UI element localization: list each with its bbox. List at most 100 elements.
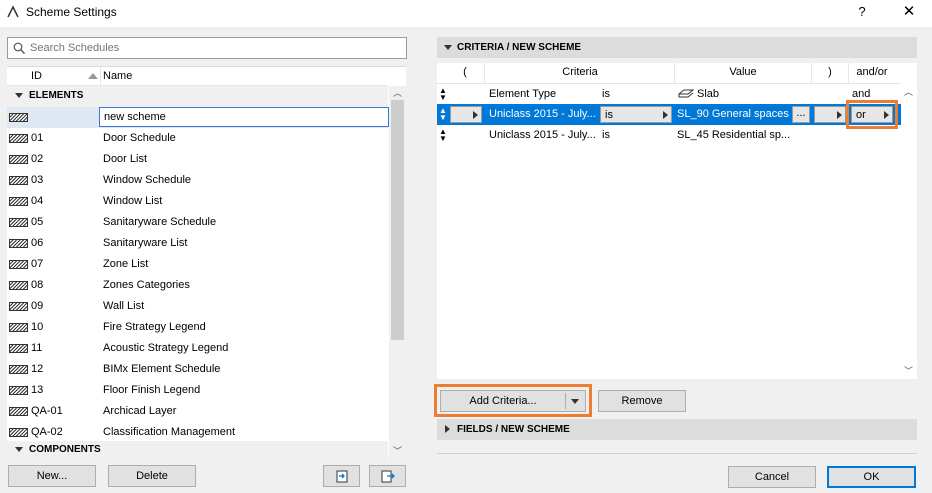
list-item[interactable]: QA-02 Classification Management (7, 422, 388, 443)
criteria-cell[interactable]: Element Type (489, 88, 556, 100)
fields-section-title: FIELDS / NEW SCHEME (457, 424, 570, 435)
criteria-section-header[interactable]: CRITERIA / NEW SCHEME (437, 37, 917, 58)
sort-ascending-icon[interactable] (88, 73, 98, 79)
close-paren-popup[interactable] (814, 106, 846, 123)
criteria-row-selected[interactable]: ▲ ▼ Uniclass 2015 - July... is SL_90 Gene… (437, 100, 901, 129)
list-item[interactable]: 12 BIMx Element Schedule (7, 359, 388, 380)
list-item[interactable]: 03 Window Schedule (7, 170, 388, 191)
list-item[interactable]: 02 Door List (7, 149, 388, 170)
list-item[interactable]: QA-01 Archicad Layer (7, 401, 388, 422)
schedule-hatch-icon (9, 113, 28, 122)
criteria-section-title: CRITERIA / NEW SCHEME (457, 42, 582, 53)
column-header-name[interactable]: Name (103, 70, 132, 82)
scroll-up-icon[interactable]: ︿ (393, 89, 402, 98)
criteria-header: ( Criteria Value ) and/or (437, 63, 901, 84)
andor-cell[interactable]: and (852, 88, 870, 100)
criteria-row[interactable]: ▲ ▼ Uniclass 2015 - July... is SL_45 Resi… (437, 125, 901, 146)
close-button[interactable]: ✕ (898, 3, 920, 21)
delete-button[interactable]: Delete (108, 465, 196, 487)
list-item[interactable]: 11 Acoustic Strategy Legend (7, 338, 388, 359)
ok-button[interactable]: OK (827, 466, 916, 488)
schedule-hatch-icon (9, 365, 28, 374)
search-icon (13, 42, 25, 54)
item-name: Window List (103, 195, 163, 207)
criteria-cell[interactable]: Uniclass 2015 - July... (489, 108, 596, 120)
export-button[interactable] (369, 465, 406, 487)
list-item[interactable]: 01 Door Schedule (7, 128, 388, 149)
item-name: Archicad Layer (103, 405, 177, 417)
title-bar: Scheme Settings ? ✕ (0, 0, 932, 26)
scheme-name-input[interactable] (99, 107, 389, 127)
scroll-down-icon[interactable]: ﹀ (904, 367, 913, 376)
schedule-hatch-icon (9, 260, 28, 269)
list-scrollbar[interactable]: ︿ ﹀ (389, 86, 406, 459)
criteria-cell[interactable]: Uniclass 2015 - July... (489, 129, 596, 141)
item-id: 11 (31, 342, 43, 354)
criteria-table: ( Criteria Value ) and/or ▲ ▼ Element Typ… (437, 63, 901, 379)
operator-cell[interactable]: is (602, 129, 610, 141)
item-name: BIMx Element Schedule (103, 363, 221, 375)
list-item[interactable]: 10 Fire Strategy Legend (7, 317, 388, 338)
expand-triangle-icon[interactable] (444, 45, 452, 50)
list-item[interactable]: 08 Zones Categories (7, 275, 388, 296)
list-item[interactable]: 05 Sanitaryware Schedule (7, 212, 388, 233)
list-header: ID Name (7, 67, 388, 86)
fields-section-header[interactable]: FIELDS / NEW SCHEME (437, 419, 917, 440)
column-header-id[interactable]: ID (31, 70, 42, 82)
operator-cell[interactable]: is (602, 88, 610, 100)
list-item[interactable]: 04 Window List (7, 191, 388, 212)
criteria-row[interactable]: ▲ ▼ Element Type is Slab and (437, 84, 901, 105)
list-item[interactable]: 09 Wall List (7, 296, 388, 317)
group-components[interactable]: COMPONENTS (7, 441, 388, 459)
divider (437, 453, 917, 454)
group-elements[interactable]: ELEMENTS (7, 86, 388, 107)
schedule-hatch-icon (9, 239, 28, 248)
cancel-button[interactable]: Cancel (728, 466, 816, 488)
value-cell[interactable]: SL_90 General spaces (677, 108, 789, 120)
collapse-triangle-icon[interactable] (445, 425, 450, 433)
window-title: Scheme Settings (26, 5, 117, 19)
scroll-down-icon[interactable]: ﹀ (393, 447, 402, 456)
import-button[interactable] (323, 465, 360, 487)
scroll-thumb[interactable] (391, 100, 404, 340)
column-divider[interactable] (100, 67, 101, 86)
value-cell[interactable]: Slab (697, 88, 719, 100)
help-button[interactable]: ? (852, 3, 872, 21)
add-criteria-button[interactable]: Add Criteria... (440, 390, 586, 412)
list-item[interactable]: 13 Floor Finish Legend (7, 380, 388, 401)
popup-arrow-icon (837, 111, 842, 119)
search-box[interactable] (7, 37, 407, 59)
scroll-up-icon[interactable]: ︿ (904, 88, 913, 97)
schedule-hatch-icon (9, 428, 28, 437)
export-icon (381, 470, 395, 483)
andor-popup[interactable]: or (851, 106, 893, 123)
schedule-hatch-icon (9, 323, 28, 332)
reorder-handle-icon[interactable]: ▲ ▼ (439, 87, 447, 102)
item-name: Sanitaryware List (103, 237, 188, 249)
collapse-triangle-icon[interactable] (15, 447, 23, 452)
dropdown-arrow-icon[interactable] (571, 399, 579, 404)
new-button[interactable]: New... (8, 465, 96, 487)
schedule-hatch-icon (9, 281, 28, 290)
open-paren-popup[interactable] (450, 106, 482, 123)
remove-button[interactable]: Remove (598, 390, 686, 412)
collapse-triangle-icon[interactable] (15, 93, 23, 98)
schedule-hatch-icon (9, 407, 28, 416)
operator-popup[interactable]: is (600, 106, 672, 123)
reorder-handle-icon[interactable]: ▲ ▼ (439, 128, 447, 143)
schedule-hatch-icon (9, 176, 28, 185)
list-item[interactable]: 07 Zone List (7, 254, 388, 275)
reorder-handle-icon[interactable]: ▲ ▼ (439, 107, 447, 122)
value-cell[interactable]: SL_45 Residential sp... (677, 129, 790, 141)
search-input[interactable] (30, 38, 390, 58)
item-name: Zones Categories (103, 279, 190, 291)
value-browse-button[interactable]: ... (792, 106, 810, 123)
schedule-hatch-icon (9, 134, 28, 143)
list-item-new[interactable] (7, 107, 389, 128)
schedule-list: ID Name ELEMENTS 01 Door Schedule 02 Door L… (7, 66, 406, 459)
schedule-hatch-icon (9, 344, 28, 353)
list-item[interactable]: 06 Sanitaryware List (7, 233, 388, 254)
operator-value: is (605, 109, 613, 121)
criteria-scrollbar[interactable]: ︿ ﹀ (901, 63, 917, 379)
item-id: 08 (31, 279, 44, 291)
